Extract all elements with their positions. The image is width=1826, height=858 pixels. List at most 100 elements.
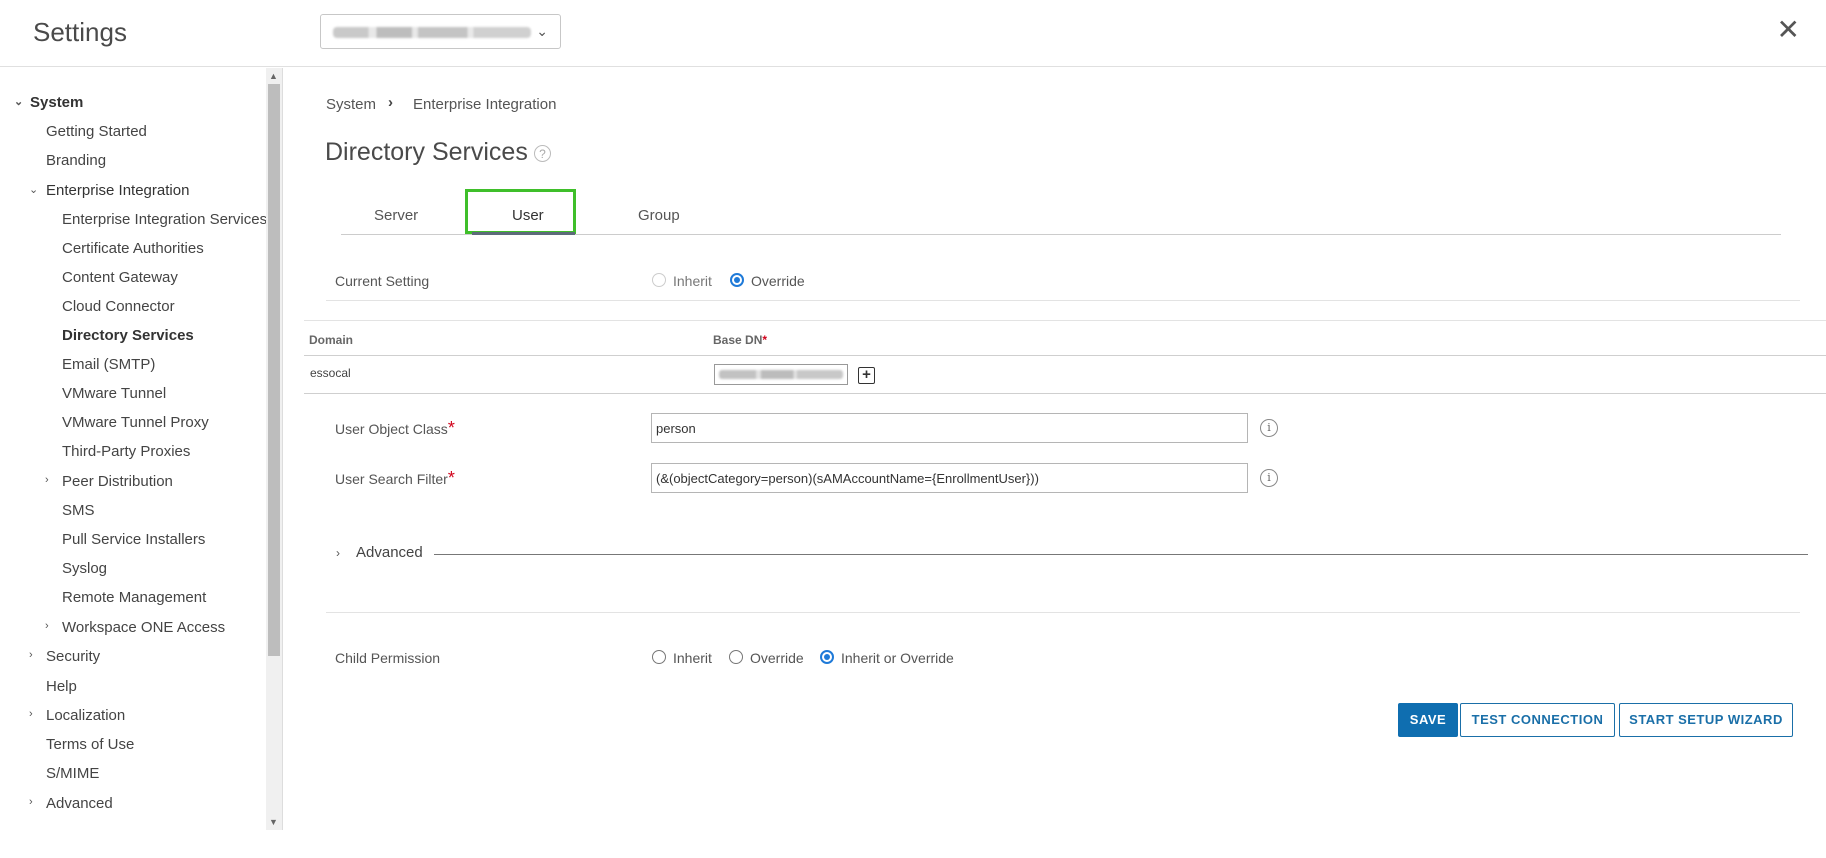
base-dn-header-text: Base DN — [713, 333, 763, 347]
current-setting-override-radio[interactable] — [730, 273, 744, 287]
sidebar-item-label: Peer Distribution — [62, 473, 173, 490]
base-dn-value-blurred — [719, 370, 843, 379]
child-permission-override-radio[interactable] — [729, 650, 743, 664]
sidebar-item-localization[interactable]: › Localization — [29, 707, 126, 724]
divider — [304, 393, 1826, 394]
sidebar-item-label: System — [30, 94, 84, 111]
settings-title: Settings — [33, 17, 127, 47]
tab-server[interactable]: Server — [374, 207, 418, 224]
required-marker: * — [447, 468, 455, 488]
child-permission-inherit-or-override-radio[interactable] — [820, 650, 834, 664]
save-button[interactable]: SAVE — [1398, 703, 1458, 737]
sidebar-item-branding[interactable]: Branding — [46, 152, 106, 169]
user-object-class-label: User Object Class* — [335, 418, 455, 439]
divider — [304, 320, 1826, 321]
breadcrumb-separator-icon: › — [388, 94, 393, 111]
tab-user[interactable]: User — [512, 207, 544, 224]
sidebar-item-getting-started[interactable]: Getting Started — [46, 123, 147, 140]
sidebar-item-cloud-connector[interactable]: Cloud Connector — [62, 298, 175, 315]
chevron-down-icon: ⌄ — [29, 184, 39, 196]
tab-active-indicator — [472, 232, 575, 235]
child-permission-override-label: Override — [750, 650, 804, 666]
user-object-class-input[interactable] — [651, 413, 1248, 443]
divider — [304, 355, 1826, 356]
domain-cell: essocal — [310, 366, 351, 380]
scrollbar-thumb[interactable] — [268, 84, 280, 656]
current-setting-inherit-radio[interactable] — [652, 273, 666, 287]
child-permission-inherit-or-override-label: Inherit or Override — [841, 650, 954, 666]
main-content: System › Enterprise Integration Director… — [284, 68, 1826, 858]
settings-header: Settings ⌄ ✕ — [0, 0, 1826, 67]
sidebar-item-label: Security — [46, 648, 101, 665]
sidebar-item-vmware-tunnel-proxy[interactable]: VMware Tunnel Proxy — [62, 414, 209, 431]
chevron-right-icon: › — [29, 796, 33, 808]
sidebar-item-terms-of-use[interactable]: Terms of Use — [46, 736, 134, 753]
base-dn-input[interactable] — [714, 364, 848, 385]
sidebar-item-vmware-tunnel[interactable]: VMware Tunnel — [62, 385, 166, 402]
chevron-right-icon: › — [45, 474, 49, 486]
required-marker: * — [762, 333, 768, 347]
breadcrumb-current[interactable]: Enterprise Integration — [413, 96, 556, 113]
sidebar-item-system[interactable]: ⌄ System — [14, 94, 84, 111]
required-marker: * — [447, 418, 455, 438]
user-object-class-label-text: User Object Class — [335, 421, 448, 437]
chevron-down-icon: ⌄ — [14, 96, 24, 108]
sidebar-item-security[interactable]: › Security — [29, 648, 101, 665]
chevron-right-icon: › — [29, 708, 33, 720]
sidebar-item-content-gateway[interactable]: Content Gateway — [62, 269, 178, 286]
user-search-filter-label-text: User Search Filter — [335, 471, 448, 487]
close-icon[interactable]: ✕ — [1777, 16, 1800, 44]
advanced-divider — [434, 554, 1808, 555]
org-group-name-blurred — [333, 27, 531, 38]
scroll-down-arrow-icon[interactable]: ▼ — [269, 817, 278, 827]
divider — [326, 300, 1800, 301]
sidebar-item-certificate-authorities[interactable]: Certificate Authorities — [62, 240, 204, 257]
sidebar-item-remote-management[interactable]: Remote Management — [62, 589, 206, 606]
settings-sidebar: ⌄ System Getting Started Branding ⌄ Enterp… — [0, 68, 283, 830]
start-setup-wizard-button[interactable]: START SETUP WIZARD — [1619, 703, 1793, 737]
sidebar-item-directory-services[interactable]: Directory Services — [62, 327, 194, 344]
divider — [326, 612, 1800, 613]
chevron-down-icon: ⌄ — [536, 23, 548, 39]
tab-group[interactable]: Group — [638, 207, 680, 224]
sidebar-item-label: Advanced — [46, 795, 113, 812]
page-title: Directory Services — [325, 138, 528, 166]
sidebar-item-peer-distribution[interactable]: › Peer Distribution — [45, 473, 173, 490]
sidebar-item-enterprise-integration[interactable]: ⌄ Enterprise Integration — [29, 182, 190, 199]
organization-group-selector[interactable]: ⌄ — [320, 14, 561, 49]
child-permission-inherit-label: Inherit — [673, 650, 712, 666]
chevron-right-icon: › — [45, 620, 49, 632]
test-connection-button[interactable]: TEST CONNECTION — [1460, 703, 1615, 737]
sidebar-item-pull-service-installers[interactable]: Pull Service Installers — [62, 531, 205, 548]
sidebar-item-syslog[interactable]: Syslog — [62, 560, 107, 577]
sidebar-item-smime[interactable]: S/MIME — [46, 765, 99, 782]
sidebar-item-label: Enterprise Integration — [46, 182, 190, 199]
scroll-up-arrow-icon[interactable]: ▲ — [269, 71, 278, 81]
help-icon[interactable]: ? — [534, 145, 551, 162]
chevron-right-icon[interactable]: › — [336, 546, 340, 560]
current-setting-label: Current Setting — [335, 273, 430, 289]
base-dn-column-header: Base DN* — [713, 333, 767, 347]
info-icon[interactable]: i — [1260, 419, 1278, 437]
sidebar-item-email-smtp[interactable]: Email (SMTP) — [62, 356, 155, 373]
user-search-filter-label: User Search Filter* — [335, 468, 455, 489]
sidebar-item-advanced[interactable]: › Advanced — [29, 795, 113, 812]
chevron-right-icon: › — [29, 649, 33, 661]
sidebar-item-enterprise-integration-services[interactable]: Enterprise Integration Services — [62, 211, 267, 228]
current-setting-inherit-label: Inherit — [673, 273, 712, 289]
sidebar-item-sms[interactable]: SMS — [62, 502, 95, 519]
advanced-toggle[interactable]: Advanced — [356, 544, 423, 561]
add-base-dn-icon[interactable]: + — [858, 367, 875, 384]
sidebar-item-help[interactable]: Help — [46, 678, 77, 695]
breadcrumb-system[interactable]: System — [326, 96, 376, 113]
sidebar-item-label: Localization — [46, 707, 126, 724]
child-permission-label: Child Permission — [335, 650, 441, 666]
sidebar-item-workspace-one-access[interactable]: › Workspace ONE Access — [45, 619, 226, 636]
sidebar-scrollbar[interactable]: ▲ ▼ — [266, 68, 282, 830]
info-icon[interactable]: i — [1260, 469, 1278, 487]
current-setting-override-label: Override — [751, 273, 805, 289]
child-permission-inherit-radio[interactable] — [652, 650, 666, 664]
sidebar-item-label: Workspace ONE Access — [62, 619, 226, 636]
sidebar-item-third-party-proxies[interactable]: Third-Party Proxies — [62, 443, 190, 460]
user-search-filter-input[interactable] — [651, 463, 1248, 493]
